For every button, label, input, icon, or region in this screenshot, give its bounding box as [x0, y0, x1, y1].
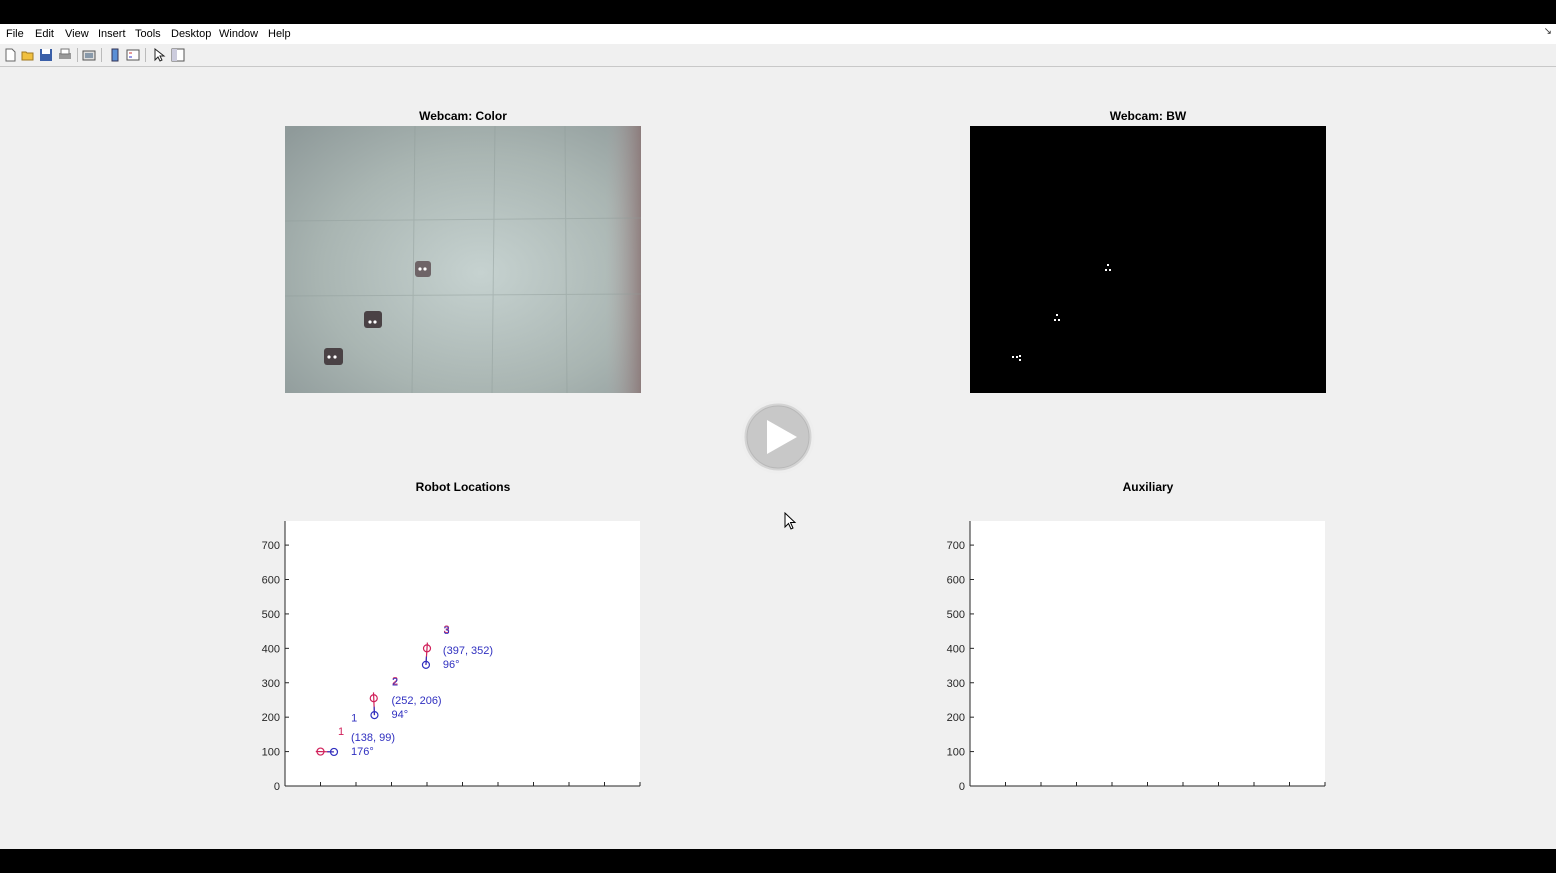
- bw-panel-title: Webcam: BW: [1109, 109, 1187, 123]
- robot-angle-label: 94°: [391, 709, 408, 721]
- y-tick-label: 600: [947, 575, 965, 587]
- menu-view[interactable]: View: [65, 28, 89, 40]
- robot-marker-2: [364, 311, 382, 328]
- robot-marker-1: [324, 348, 343, 365]
- webcam-bw-image: [970, 126, 1326, 393]
- y-tick-label: 100: [947, 747, 965, 759]
- menu-window[interactable]: Window: [219, 28, 258, 40]
- toolbar-separator: [77, 48, 78, 62]
- auxiliary-svg: 0100200300400500600700800900100001002003…: [947, 521, 1337, 804]
- menu-edit[interactable]: Edit: [35, 28, 54, 40]
- robot-locations-svg: 0100200300400500600700800900100001002003…: [262, 521, 652, 804]
- y-tick-label: 400: [262, 643, 280, 655]
- robot-coords-label: (252, 206): [391, 695, 441, 707]
- print-preview-icon[interactable]: [82, 48, 96, 62]
- robot-locations-plot: 0100200300400500600700800900100001002003…: [250, 492, 652, 804]
- toolbar-separator: [101, 48, 102, 62]
- webcam-color-photo: [284, 125, 642, 394]
- robot-marker-3: [415, 261, 431, 277]
- menu-file[interactable]: File: [6, 28, 24, 40]
- menu-bar: File Edit View Insert Tools Desktop Wind…: [0, 24, 1556, 44]
- plot-area: [970, 521, 1325, 786]
- property-editor-icon[interactable]: [171, 48, 185, 62]
- toolbar-separator: [145, 48, 146, 62]
- y-tick-label: 500: [262, 609, 280, 621]
- mouse-cursor-icon: [784, 512, 797, 530]
- auxiliary-plot: 0100200300400500600700800900100001002003…: [935, 492, 1337, 804]
- webcam-color-image: [284, 125, 642, 394]
- robot-coords-label: (138, 99): [351, 732, 395, 744]
- pointer-icon[interactable]: [152, 48, 166, 62]
- y-tick-label: 200: [947, 712, 965, 724]
- menu-insert[interactable]: Insert: [98, 28, 126, 40]
- y-tick-label: 600: [262, 575, 280, 587]
- insert-legend-icon[interactable]: [126, 48, 140, 62]
- robot-angle-label: 96°: [443, 659, 460, 671]
- robot-id-red-label: 1: [338, 726, 344, 738]
- y-tick-label: 0: [959, 781, 965, 790]
- y-tick-label: 300: [947, 678, 965, 690]
- figure-window: File Edit View Insert Tools Desktop Wind…: [0, 24, 1556, 849]
- menu-tools[interactable]: Tools: [135, 28, 161, 40]
- y-tick-label: 200: [262, 712, 280, 724]
- heading-line: [425, 656, 428, 665]
- print-icon[interactable]: [58, 48, 72, 62]
- toolbar: [0, 44, 1556, 67]
- insert-colorbar-icon[interactable]: [108, 48, 122, 62]
- y-tick-label: 700: [262, 540, 280, 552]
- robot-id-blue-label: 1: [351, 712, 357, 724]
- y-tick-label: 0: [274, 781, 280, 790]
- menu-help[interactable]: Help: [268, 28, 291, 40]
- robot-coords-label: (397, 352): [443, 645, 493, 657]
- robot-angle-label: 176°: [351, 746, 374, 758]
- y-tick-label: 400: [947, 643, 965, 655]
- new-figure-icon[interactable]: [3, 48, 17, 62]
- play-button[interactable]: [740, 400, 816, 476]
- y-tick-label: 700: [947, 540, 965, 552]
- dock-arrow-icon[interactable]: ↘: [1544, 26, 1552, 37]
- open-file-icon[interactable]: [21, 48, 35, 62]
- y-tick-label: 100: [262, 747, 280, 759]
- y-tick-label: 500: [947, 609, 965, 621]
- color-panel-title: Webcam: Color: [419, 109, 507, 123]
- robot-id-blue-label: 2: [392, 677, 398, 689]
- play-icon: [741, 400, 815, 474]
- robot-id-blue-label: 3: [443, 625, 449, 637]
- y-tick-label: 300: [262, 678, 280, 690]
- save-icon[interactable]: [39, 48, 53, 62]
- menu-desktop[interactable]: Desktop: [171, 28, 211, 40]
- webcam-bw-mask: [1012, 264, 1111, 361]
